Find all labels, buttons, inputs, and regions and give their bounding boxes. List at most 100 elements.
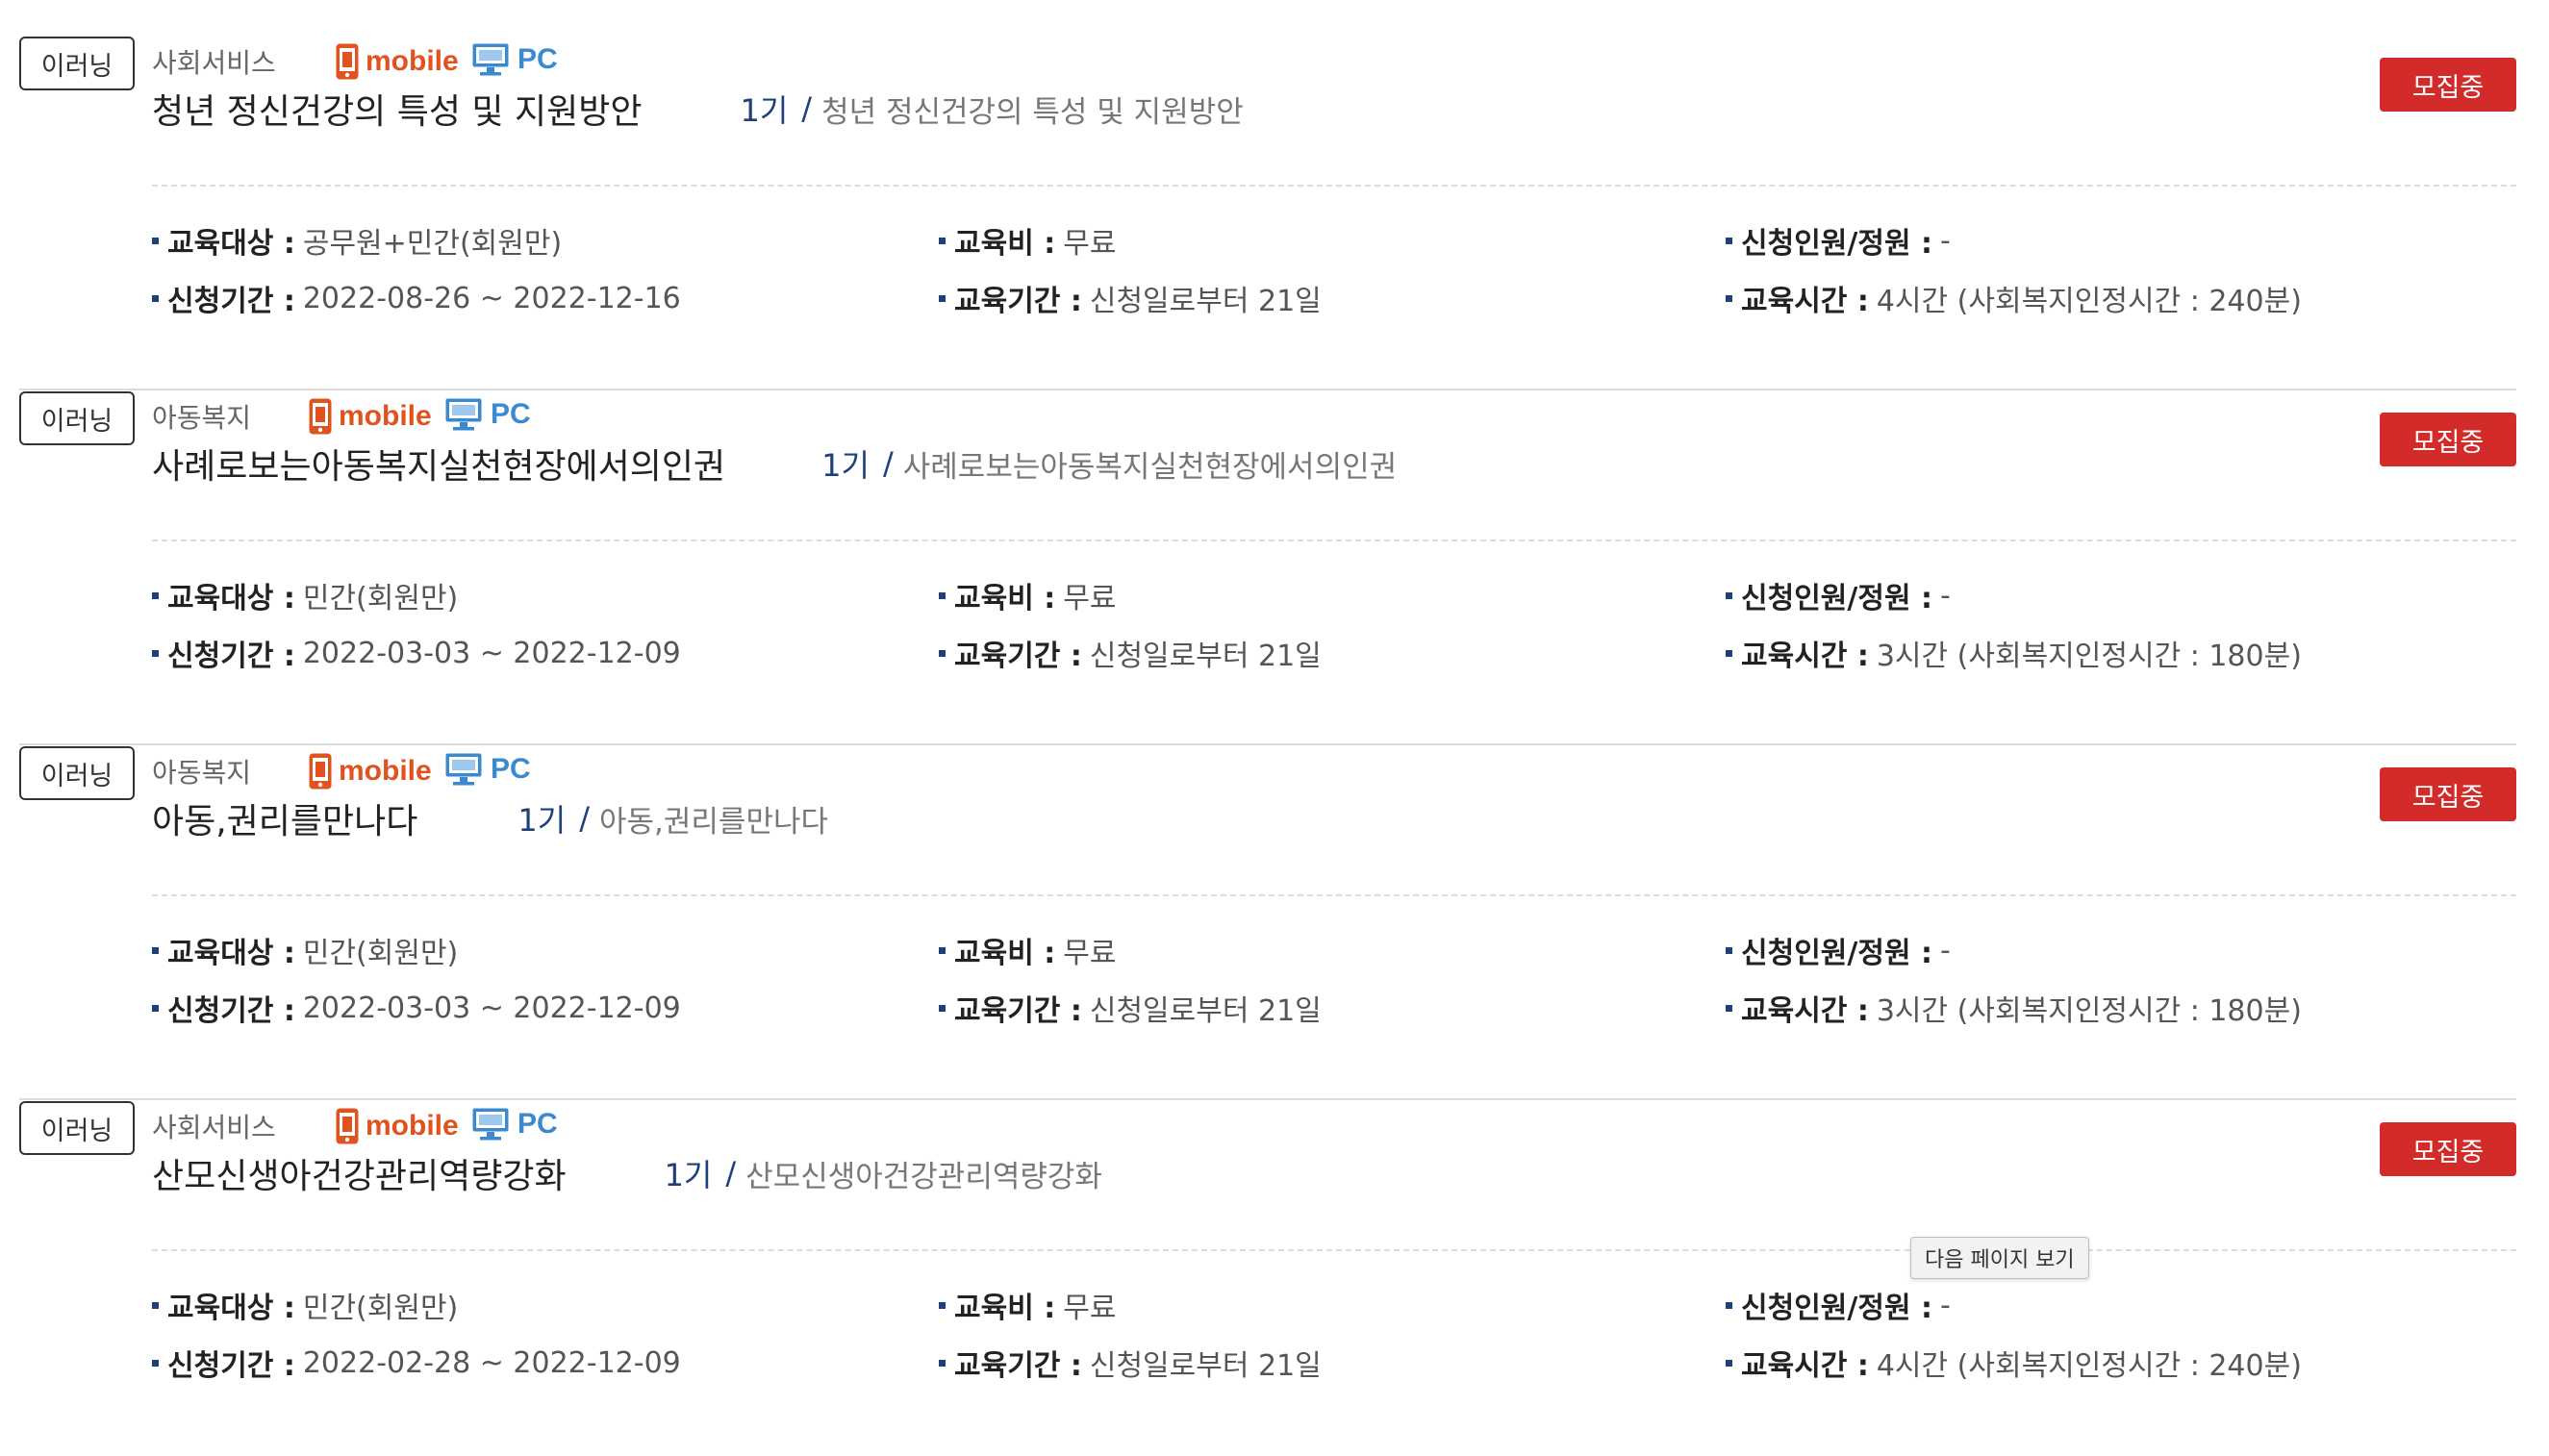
info-value: 2022-08-26 ~ 2022-12-16 bbox=[302, 281, 681, 315]
course-title[interactable]: 사례로보는아동복지실천현장에서의인권 bbox=[152, 439, 725, 489]
pc-label: PC bbox=[517, 1108, 558, 1140]
info-edu-time: 교육시간 : 4시간 (사회복지인정시간 : 240분) bbox=[1726, 1342, 2302, 1384]
info-fee: 교육비 : 무료 bbox=[939, 219, 1116, 262]
bullet-icon bbox=[939, 591, 946, 599]
info-label: 교육시간 : bbox=[1741, 640, 1869, 673]
course-divider bbox=[19, 743, 2516, 745]
dashed-divider bbox=[152, 894, 2516, 896]
type-badge: 이러닝 bbox=[19, 37, 135, 90]
session-title[interactable]: 사례로보는아동복지실천현장에서의인권 bbox=[903, 442, 1397, 486]
pc-monitor-icon bbox=[472, 1108, 509, 1141]
mobile-badge: mobile bbox=[308, 752, 432, 791]
info-edu-time: 교육시간 : 3시간 (사회복지인정시간 : 180분) bbox=[1726, 987, 2302, 1029]
info-capacity: 신청인원/정원 : - bbox=[1726, 219, 1951, 262]
info-edu-time: 교육시간 : 4시간 (사회복지인정시간 : 240분) bbox=[1726, 277, 2302, 319]
info-edu-period: 교육기간 : 신청일로부터 21일 bbox=[939, 1342, 1322, 1384]
mobile-label: mobile bbox=[339, 755, 432, 787]
session-separator: / bbox=[882, 445, 894, 482]
info-value: - bbox=[1940, 933, 1951, 967]
session-number: 1기 bbox=[664, 1157, 713, 1193]
course-item: 이러닝 아동복지 mobile PC 모집중 아동,권리를만나다 1기 / 아동… bbox=[0, 746, 2549, 1101]
title-row: 청년 정신건강의 특성 및 지원방안 1기 / 청년 정신건강의 특성 및 지원… bbox=[152, 83, 1244, 135]
info-value: 무료 bbox=[1063, 227, 1117, 261]
pc-monitor-icon bbox=[445, 753, 482, 786]
bullet-icon bbox=[152, 946, 159, 954]
bullet-icon bbox=[152, 294, 159, 302]
info-edu-period: 교육기간 : 신청일로부터 21일 bbox=[939, 632, 1322, 674]
info-target: 교육대상 : 민간(회원만) bbox=[152, 1284, 458, 1326]
info-label: 교육대상 : bbox=[167, 1292, 295, 1325]
mobile-phone-icon bbox=[336, 1108, 359, 1144]
info-label: 교육기간 : bbox=[954, 285, 1082, 318]
title-row: 아동,권리를만나다 1기 / 아동,권리를만나다 bbox=[152, 792, 828, 844]
info-value: 신청일로부터 21일 bbox=[1089, 285, 1322, 318]
info-value: 4시간 (사회복지인정시간 : 240분) bbox=[1876, 285, 2302, 318]
info-value: 민간(회원만) bbox=[302, 937, 459, 970]
course-divider bbox=[19, 389, 2516, 390]
info-value: 공무원+민간(회원만) bbox=[302, 227, 563, 261]
status-button[interactable]: 모집중 bbox=[2380, 1122, 2516, 1176]
bullet-icon bbox=[1726, 946, 1732, 954]
info-value: - bbox=[1940, 1288, 1951, 1322]
info-value: 3시간 (사회복지인정시간 : 180분) bbox=[1876, 640, 2302, 673]
bullet-icon bbox=[939, 1301, 946, 1309]
info-value: 3시간 (사회복지인정시간 : 180분) bbox=[1876, 994, 2302, 1028]
pc-monitor-icon bbox=[472, 43, 509, 76]
info-label: 신청인원/정원 : bbox=[1741, 582, 1932, 615]
bullet-icon bbox=[939, 237, 946, 244]
info-label: 교육시간 : bbox=[1741, 285, 1869, 318]
info-value: 2022-03-03 ~ 2022-12-09 bbox=[302, 991, 681, 1025]
next-page-tooltip: 다음 페이지 보기 bbox=[1910, 1237, 2089, 1279]
session-number: 1기 bbox=[740, 92, 789, 129]
title-row: 산모신생아건강관리역량강화 1기 / 산모신생아건강관리역량강화 bbox=[152, 1147, 1102, 1199]
session-number: 1기 bbox=[517, 802, 567, 839]
info-target: 교육대상 : 민간(회원만) bbox=[152, 929, 458, 971]
course-title[interactable]: 아동,권리를만나다 bbox=[152, 793, 417, 843]
course-title[interactable]: 청년 정신건강의 특성 및 지원방안 bbox=[152, 84, 642, 134]
info-label: 교육시간 : bbox=[1741, 1349, 1869, 1383]
bullet-icon bbox=[1726, 1359, 1732, 1367]
session-number: 1기 bbox=[821, 447, 870, 484]
bullet-icon bbox=[939, 649, 946, 657]
info-label: 교육비 : bbox=[954, 1292, 1056, 1325]
info-value: 신청일로부터 21일 bbox=[1089, 640, 1322, 673]
mobile-phone-icon bbox=[309, 398, 332, 435]
info-label: 교육비 : bbox=[954, 582, 1056, 615]
session-title[interactable]: 산모신생아건강관리역량강화 bbox=[745, 1152, 1102, 1195]
info-label: 교육기간 : bbox=[954, 640, 1082, 673]
dashed-divider bbox=[152, 540, 2516, 541]
mobile-phone-icon bbox=[336, 43, 359, 80]
info-label: 신청기간 : bbox=[167, 1349, 295, 1383]
title-row: 사례로보는아동복지실천현장에서의인권 1기 / 사례로보는아동복지실천현장에서의… bbox=[152, 438, 1397, 490]
type-badge: 이러닝 bbox=[19, 1101, 135, 1155]
info-label: 교육기간 : bbox=[954, 994, 1082, 1028]
pc-badge: PC bbox=[471, 42, 558, 77]
info-value: 신청일로부터 21일 bbox=[1089, 994, 1322, 1028]
course-divider bbox=[19, 1098, 2516, 1100]
course-title[interactable]: 산모신생아건강관리역량강화 bbox=[152, 1148, 567, 1198]
info-label: 교육비 : bbox=[954, 227, 1056, 261]
info-value: 무료 bbox=[1063, 937, 1117, 970]
session-title[interactable]: 청년 정신건강의 특성 및 지원방안 bbox=[821, 88, 1244, 131]
info-edu-period: 교육기간 : 신청일로부터 21일 bbox=[939, 277, 1322, 319]
bullet-icon bbox=[1726, 1004, 1732, 1012]
info-value: 신청일로부터 21일 bbox=[1089, 1349, 1322, 1383]
info-label: 교육대상 : bbox=[167, 937, 295, 970]
info-capacity: 신청인원/정원 : - bbox=[1726, 929, 1951, 971]
pc-label: PC bbox=[491, 753, 531, 785]
session-separator: / bbox=[801, 90, 813, 127]
mobile-badge: mobile bbox=[335, 42, 459, 81]
mobile-label: mobile bbox=[366, 1110, 459, 1142]
info-value: - bbox=[1940, 578, 1951, 613]
bullet-icon bbox=[939, 1359, 946, 1367]
info-value: 무료 bbox=[1063, 1292, 1117, 1325]
type-badge: 이러닝 bbox=[19, 746, 135, 800]
bullet-icon bbox=[152, 649, 159, 657]
status-button[interactable]: 모집중 bbox=[2380, 58, 2516, 112]
session-title[interactable]: 아동,권리를만나다 bbox=[599, 797, 828, 841]
info-target: 교육대상 : 민간(회원만) bbox=[152, 574, 458, 616]
mobile-phone-icon bbox=[309, 753, 332, 790]
info-value: 2022-02-28 ~ 2022-12-09 bbox=[302, 1345, 681, 1380]
status-button[interactable]: 모집중 bbox=[2380, 413, 2516, 466]
status-button[interactable]: 모집중 bbox=[2380, 767, 2516, 821]
